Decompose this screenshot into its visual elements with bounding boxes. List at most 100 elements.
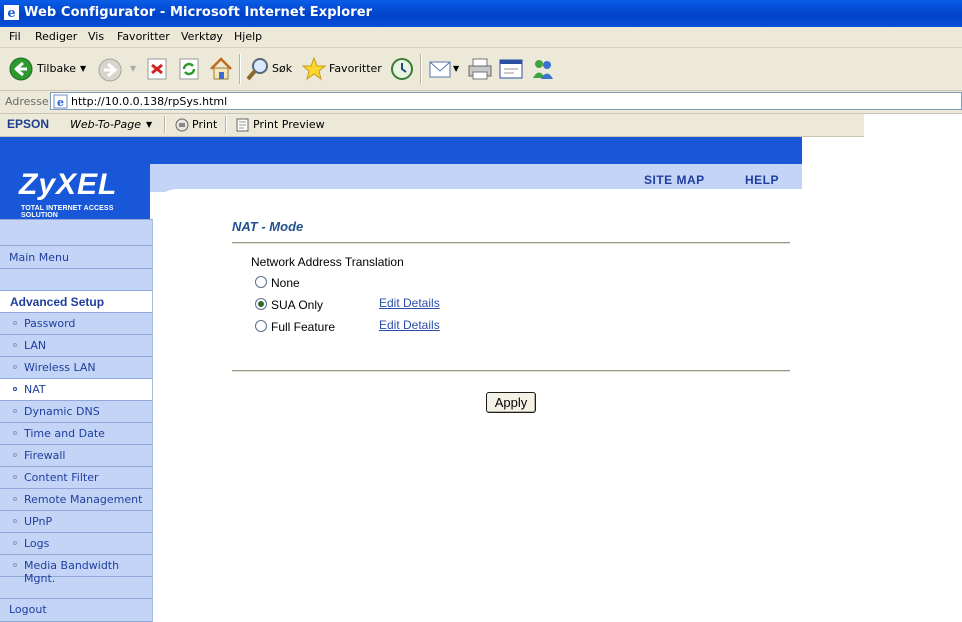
address-label: Adresse [5,95,49,108]
epson-print-button[interactable]: Print [192,118,217,131]
title-divider [232,242,790,244]
address-bar: Adresse e http://10.0.0.138/rpSys.html [0,91,962,114]
epson-toolbar: EPSON Web-To-Page ▼ Print Print Preview [0,114,864,137]
form-divider [232,370,790,372]
favorites-label[interactable]: Favoritter [329,62,382,75]
sidebar-item-content-filter[interactable]: Content Filter [0,467,152,489]
edit-button[interactable] [498,57,524,84]
stop-button[interactable] [147,58,167,83]
mail-icon [429,61,451,78]
bullet-icon [13,497,17,501]
full-feature-edit-details-link[interactable]: Edit Details [379,318,440,332]
radio-sua-only[interactable] [255,298,267,310]
menu-edit[interactable]: Rediger [35,30,77,43]
mail-dropdown-icon[interactable]: ▼ [453,64,459,73]
menu-favorites[interactable]: Favoritter [117,30,170,43]
toolbar: Tilbake ▼ ▼ Søk Favoritter ▼ [0,48,962,91]
sidebar-item-firewall[interactable]: Firewall [0,445,152,467]
header-band [0,137,802,164]
edit-page-icon [499,59,523,79]
sidebar-item-logout[interactable]: Logout [0,599,152,622]
radio-none-label: None [271,276,300,290]
sidebar-item-dynamic-dns[interactable]: Dynamic DNS [0,401,152,423]
web-to-page-button[interactable]: Web-To-Page [70,118,141,131]
sidebar-item-label: Content Filter [24,471,99,484]
menu-help[interactable]: Hjelp [234,30,262,43]
bullet-icon [13,519,17,523]
search-label[interactable]: Søk [272,62,292,75]
site-map-link[interactable]: SITE MAP [644,173,705,187]
svg-text:e: e [57,96,64,109]
menu-file[interactable]: Fil [9,30,21,43]
sidebar-item-password[interactable]: Password [0,313,152,335]
sidebar-item-label: Wireless LAN [24,361,96,374]
forward-button[interactable] [98,58,122,85]
nat-group-label: Network Address Translation [251,255,404,269]
bullet-icon [13,541,17,545]
sidebar-item-time-and-date[interactable]: Time and Date [0,423,152,445]
toolbar-separator [239,54,241,84]
history-button[interactable] [389,56,415,85]
sidebar-item-label: Firewall [24,449,66,462]
menu-bar: Fil Rediger Vis Favoritter Verktøy Hjelp [0,27,962,48]
forward-arrow-icon [98,58,122,82]
back-button[interactable] [9,57,33,84]
page-content: ZyXEL Total Internet Access Solution SIT… [0,137,962,622]
bullet-icon [13,321,17,325]
toolbar-separator [420,54,422,84]
toolbar-separator [225,116,227,133]
sidebar-item-main-menu[interactable]: Main Menu [0,247,152,269]
sua-edit-details-link[interactable]: Edit Details [379,296,440,310]
sidebar-item-remote-management[interactable]: Remote Management [0,489,152,511]
sidebar-item-media-bandwidth-mgnt[interactable]: Media Bandwidth Mgnt. [0,555,152,585]
toolbar-separator [164,116,166,133]
printer-icon [468,58,492,80]
search-button[interactable] [245,56,271,85]
window-title: Web Configurator - Microsoft Internet Ex… [24,5,373,20]
forward-dropdown-icon[interactable]: ▼ [130,64,136,73]
apply-button[interactable]: Apply [486,392,536,413]
bullet-icon [13,365,17,369]
address-input[interactable]: e http://10.0.0.138/rpSys.html [50,92,962,110]
print-preview-icon [236,118,249,132]
radio-sua-only-label: SUA Only [271,298,324,312]
epson-print-preview-button[interactable]: Print Preview [253,118,325,131]
bullet-icon [13,475,17,479]
radio-none[interactable] [255,276,267,288]
history-icon [391,58,413,80]
radio-full-feature[interactable] [255,320,267,332]
ie-icon: e [4,5,19,20]
sidebar-item-label: LAN [24,339,47,352]
mail-button[interactable] [428,57,454,84]
web-to-page-dropdown-icon[interactable]: ▼ [146,120,152,129]
bullet-icon [13,343,17,347]
home-button[interactable] [208,56,234,85]
back-dropdown-icon[interactable]: ▼ [80,64,86,73]
favorites-button[interactable] [301,56,327,85]
messenger-icon [533,60,553,79]
search-icon [246,58,268,81]
help-link[interactable]: HELP [745,173,779,187]
sidebar-item-wireless-lan[interactable]: Wireless LAN [0,357,152,379]
menu-tools[interactable]: Verktøy [181,30,223,43]
refresh-button[interactable] [179,58,199,83]
sidebar-heading-advanced-setup: Advanced Setup [0,291,152,313]
sidebar-spacer [0,269,152,291]
page-title: NAT - Mode [232,219,304,234]
sidebar-item-label: Time and Date [24,427,105,440]
menu-view[interactable]: Vis [88,30,104,43]
bullet-icon [13,563,17,567]
sidebar-item-logs[interactable]: Logs [0,533,152,555]
sidebar-item-nat[interactable]: NAT [0,379,152,401]
sidebar-item-label: NAT [24,383,46,396]
back-label[interactable]: Tilbake [37,62,76,75]
logo-tagline: Total Internet Access Solution [21,205,114,219]
sidebar-item-label: Password [24,317,76,330]
bullet-icon [13,431,17,435]
print-button[interactable] [467,57,493,84]
sidebar-item-lan[interactable]: LAN [0,335,152,357]
sidebar-item-upnp[interactable]: UPnP [0,511,152,533]
messenger-button[interactable] [530,56,556,85]
print-icon [175,118,189,132]
radio-full-feature-label: Full Feature [271,320,336,334]
